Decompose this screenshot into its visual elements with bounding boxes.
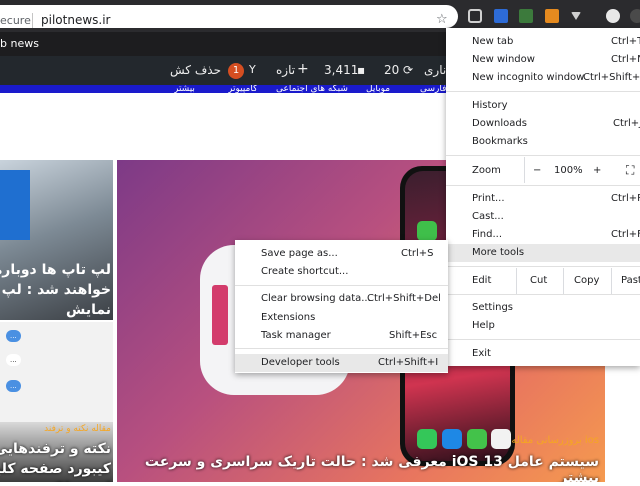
chrome-menu: New tab Ctrl+T New window Ctrl+N New inc… — [446, 28, 640, 366]
edit-divider — [516, 268, 517, 294]
shortcut-incognito: Ctrl+Shift+N — [583, 72, 640, 83]
download-icon[interactable] — [571, 12, 581, 20]
phone-app-icon — [417, 429, 437, 449]
menu-history[interactable]: History — [472, 100, 508, 111]
menu-downloads[interactable]: Downloads — [472, 118, 527, 129]
more-tools-submenu: Save page as... Ctrl+S Create shortcut..… — [235, 240, 448, 373]
updates-count[interactable]: 20 — [384, 63, 399, 77]
pocket-icon[interactable] — [468, 9, 482, 23]
comment-icon[interactable]: ▪ — [357, 63, 365, 77]
plus-icon[interactable]: + — [297, 61, 309, 77]
copy-button[interactable]: Copy — [574, 275, 599, 286]
menu-clear-data[interactable]: Clear browsing data... — [261, 293, 371, 304]
wp-admin-bar: حذف کش Y تازه + 3,411 ▪ 20 ⟳ ناری — [0, 56, 446, 85]
fullscreen-icon[interactable]: ⛶ — [626, 163, 634, 178]
menu-task-manager[interactable]: Task manager — [261, 330, 331, 341]
edit-divider — [563, 268, 564, 294]
chat-bubble: ... — [6, 354, 21, 366]
menu-separator — [446, 266, 640, 267]
edit-divider — [611, 268, 612, 294]
menu-find[interactable]: Find... — [472, 229, 502, 240]
nav-mobile[interactable]: موبایل — [366, 85, 390, 93]
refresh-icon[interactable]: ⟳ — [403, 63, 413, 77]
paste-button[interactable]: Past — [621, 275, 640, 286]
card-title[interactable]: سیستم عامل iOS 13 معرفی شد : حالت تاریک … — [117, 454, 599, 482]
comments-count[interactable]: 3,411 — [324, 63, 358, 77]
laptop-screen-image — [0, 170, 30, 240]
clear-cache-link[interactable]: حذف کش — [170, 63, 221, 77]
facetime-icon — [417, 221, 437, 241]
menu-icon[interactable] — [630, 9, 640, 23]
menu-help[interactable]: Help — [472, 320, 495, 331]
menu-exit[interactable]: Exit — [472, 348, 491, 359]
yoast-icon[interactable]: Y — [249, 63, 256, 76]
bookmarks-bar: b news — [0, 32, 446, 56]
nav-social[interactable]: شبکه های اجتماعی — [276, 85, 348, 93]
chat-bubble: ... — [6, 380, 21, 392]
news-card-gboard[interactable]: ... ... ... مقاله نکته و ترفند نکته و تر… — [0, 322, 113, 482]
menu-separator — [446, 91, 640, 92]
shortcut-new-window: Ctrl+N — [611, 54, 640, 65]
address-separator — [32, 13, 33, 28]
menu-edit: Edit — [472, 275, 492, 286]
menu-separator — [446, 294, 640, 295]
new-link[interactable]: تازه — [276, 63, 295, 77]
menu-more-tools[interactable]: More tools — [472, 247, 524, 258]
shortcut-print: Ctrl+P — [611, 193, 640, 204]
site-nav: بیشتر کامپیوتر شبکه های اجتماعی موبایل ف… — [0, 85, 446, 93]
music-icon — [491, 429, 511, 449]
nav-more[interactable]: بیشتر — [174, 85, 195, 93]
card-category[interactable]: مقاله نکته و ترفند — [44, 424, 111, 434]
chat-bubble: ... — [6, 330, 21, 342]
shortcut-task-manager: Shift+Esc — [389, 330, 438, 341]
menu-separator — [446, 185, 640, 186]
shortcut-find: Ctrl+F — [611, 229, 640, 240]
url-text[interactable]: pilotnews.ir — [41, 13, 110, 27]
nav-persian[interactable]: فارسی — [420, 85, 446, 93]
news-card-laptop[interactable]: لپ تاپ ها دوباره عر خواهند شد : لپ تاپ ن… — [0, 160, 113, 320]
menu-zoom: Zoom — [472, 165, 501, 176]
star-icon[interactable]: ☆ — [436, 13, 448, 26]
menu-cast[interactable]: Cast... — [472, 211, 504, 222]
shortcut-developer-tools: Ctrl+Shift+I — [378, 357, 439, 368]
shortcut-downloads: Ctrl+J — [613, 118, 640, 129]
menu-save-page[interactable]: Save page as... — [261, 248, 338, 259]
menu-separator — [446, 155, 640, 156]
safari-icon — [442, 429, 462, 449]
address-bar[interactable]: ecure pilotnews.ir ☆ — [0, 5, 458, 28]
extension-green-icon[interactable] — [519, 9, 533, 23]
menu-extensions[interactable]: Extensions — [261, 312, 315, 323]
extension-blue-icon[interactable] — [494, 9, 508, 23]
menu-print[interactable]: Print... — [472, 193, 505, 204]
menu-bookmarks[interactable]: Bookmarks — [472, 136, 528, 147]
cut-button[interactable]: Cut — [530, 275, 547, 286]
zoom-plus-button[interactable]: + — [593, 165, 601, 176]
bookmark-news[interactable]: b news — [0, 37, 39, 50]
menu-separator — [235, 285, 448, 286]
nav-computer[interactable]: کامپیوتر — [228, 85, 257, 93]
card-category[interactable]: ios بروزرسانی مقاله — [511, 435, 599, 446]
shortcut-clear-data: Ctrl+Shift+Del — [367, 293, 441, 304]
card-title[interactable]: نکته و ترفندهایی کیبورد صفحه کلید Gboard — [0, 439, 111, 482]
menu-new-tab[interactable]: New tab — [472, 36, 513, 47]
logo-digit-shape — [212, 285, 228, 345]
profile-icon[interactable] — [606, 9, 620, 23]
zoom-level: 100% — [554, 165, 583, 176]
messages-icon — [467, 429, 487, 449]
menu-incognito[interactable]: New incognito window — [472, 72, 584, 83]
notification-badge[interactable]: 1 — [228, 63, 244, 79]
card-title[interactable]: لپ تاپ ها دوباره عر خواهند شد : لپ تاپ ن… — [0, 260, 111, 320]
menu-settings[interactable]: Settings — [472, 302, 513, 313]
menu-new-window[interactable]: New window — [472, 54, 535, 65]
menu-developer-tools[interactable]: Developer tools — [261, 357, 340, 368]
zoom-minus-button[interactable]: − — [533, 165, 541, 176]
shortcut-new-tab: Ctrl+T — [611, 36, 640, 47]
menu-create-shortcut[interactable]: Create shortcut... — [261, 266, 348, 277]
menu-separator — [446, 339, 640, 340]
admin-bar-label[interactable]: ناری — [424, 63, 446, 77]
security-label[interactable]: ecure — [0, 14, 31, 27]
shortcut-save-page: Ctrl+S — [401, 248, 434, 259]
menu-separator — [235, 348, 448, 349]
rss-icon[interactable] — [545, 9, 559, 23]
